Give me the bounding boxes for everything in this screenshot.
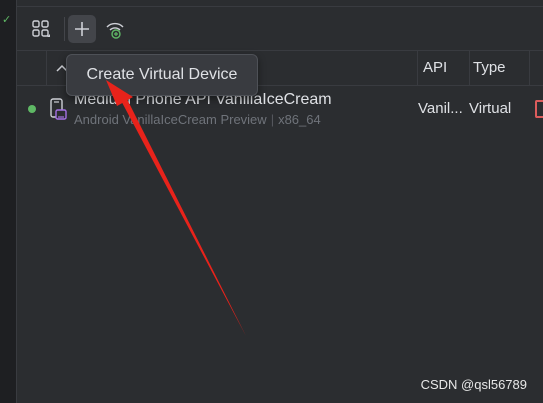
- column-header-type[interactable]: Type: [473, 59, 506, 76]
- create-virtual-device-button[interactable]: [68, 15, 96, 43]
- watermark: CSDN @qsl56789: [420, 377, 527, 392]
- column-separator: [417, 51, 418, 85]
- plus-icon: [75, 22, 89, 36]
- phone-device-icon: [50, 98, 67, 120]
- tooltip: Create Virtual Device: [66, 54, 258, 96]
- pair-device-button[interactable]: [101, 15, 129, 43]
- device-details: Android VanillaIceCream Preview | x86_64: [74, 112, 321, 127]
- column-separator: [529, 51, 530, 85]
- device-api: Vanil...: [418, 100, 463, 117]
- stop-device-icon[interactable]: [535, 100, 543, 118]
- layout-grid-icon: [32, 20, 50, 37]
- column-separator: [469, 51, 470, 85]
- wireless-pairing-icon: [106, 22, 124, 39]
- column-separator: [46, 51, 47, 85]
- status-online-dot: [28, 105, 36, 113]
- toolbar: [17, 7, 543, 50]
- check-icon: ✓: [2, 13, 12, 26]
- device-abi: x86_64: [278, 112, 321, 127]
- device-type: Virtual: [469, 100, 512, 117]
- details-separator: |: [270, 112, 275, 127]
- left-gutter: ✓: [0, 0, 17, 403]
- toolbar-separator: [64, 17, 65, 41]
- device-target: Android VanillaIceCream Preview: [74, 112, 267, 127]
- column-header-api[interactable]: API: [423, 59, 447, 76]
- tooltip-text: Create Virtual Device: [86, 66, 238, 83]
- layout-button[interactable]: [27, 15, 55, 43]
